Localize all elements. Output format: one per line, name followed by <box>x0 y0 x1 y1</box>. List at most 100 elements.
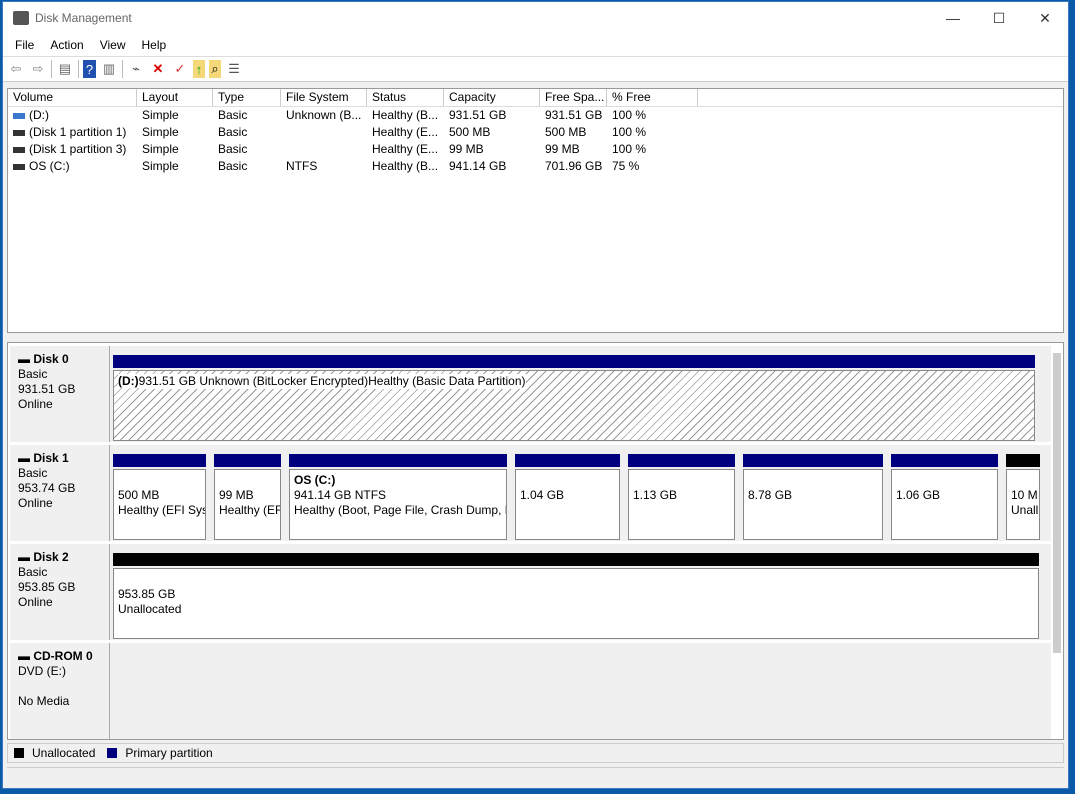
partition-size: 931.51 GB Unknown (BitLocker Encrypted) <box>138 374 369 389</box>
settings-icon[interactable]: ☰ <box>225 60 243 78</box>
cell: 100 % <box>607 141 698 158</box>
console-tree-icon[interactable]: ▤ <box>56 60 74 78</box>
partition[interactable]: 99 MB Healthy (EF <box>211 451 284 540</box>
back-icon[interactable]: ⇦ <box>7 60 25 78</box>
partition[interactable]: 1.06 GB <box>888 451 1001 540</box>
primary-swatch <box>107 748 118 758</box>
cell: Basic <box>213 141 281 158</box>
menu-view[interactable]: View <box>92 38 134 52</box>
partition[interactable]: 500 MB Healthy (EFI Syst <box>110 451 209 540</box>
disk-label[interactable]: ▬ CD-ROM 0 DVD (E:) No Media <box>10 643 110 739</box>
cell: Healthy (E... <box>367 141 444 158</box>
volume-icon <box>13 129 25 136</box>
cell: OS (C:) <box>8 158 137 175</box>
column-free-space[interactable]: Free Spa... <box>540 89 607 106</box>
disk-label[interactable]: ▬ Disk 2 Basic 953.85 GB Online <box>10 544 110 640</box>
disk-row[interactable]: ▬ Disk 1 Basic 953.74 GB Online 500 MB Healt… <box>10 445 1051 541</box>
partition-size: 99 MB <box>219 488 254 502</box>
table-row[interactable]: (D:) Simple Basic Unknown (B... Healthy (B..… <box>8 107 1063 124</box>
disk-label[interactable]: ▬ Disk 0 Basic 931.51 GB Online <box>10 346 110 442</box>
cell-text: 701.96 GB <box>545 159 603 173</box>
disk-state: No Media <box>18 694 70 708</box>
cell: Basic <box>213 107 281 124</box>
partition-title: (D:) <box>118 374 139 388</box>
cell: Healthy (B... <box>367 158 444 175</box>
partition-status: Healthy (Boot, Page File, Crash Dump, B <box>294 503 507 517</box>
properties-icon[interactable]: ✓ <box>171 60 189 78</box>
cell: 75 % <box>607 158 698 175</box>
column-status[interactable]: Status <box>367 89 444 106</box>
cell: 931.51 GB <box>444 107 540 124</box>
disk-row[interactable]: ▬ Disk 2 Basic 953.85 GB Online 953.85 GB Un… <box>10 544 1051 640</box>
vertical-scrollbar[interactable] <box>1053 353 1061 653</box>
connect-disk-icon[interactable]: ⌁ <box>127 60 145 78</box>
partition-body: 8.78 GB <box>743 469 883 540</box>
partition[interactable]: 1.13 GB <box>625 451 738 540</box>
column-type[interactable]: Type <box>213 89 281 106</box>
cell-text: Simple <box>142 159 179 173</box>
menu-help[interactable]: Help <box>134 38 175 52</box>
menu-action[interactable]: Action <box>42 38 91 52</box>
table-row[interactable]: OS (C:) Simple Basic NTFS Healthy (B... 941.1… <box>8 158 1063 175</box>
partition[interactable]: 1.04 GB <box>512 451 623 540</box>
legend: Unallocated Primary partition <box>7 743 1064 763</box>
partition[interactable]: 8.78 GB <box>740 451 886 540</box>
disk-row[interactable]: ▬ Disk 0 Basic 931.51 GB Online (D:)931.51 G… <box>10 346 1051 442</box>
explore-icon[interactable]: ⌕ <box>209 60 221 78</box>
disk-size: 931.51 GB <box>18 382 76 396</box>
column-volume[interactable]: Volume <box>8 89 137 106</box>
disk-icon: ▬ <box>18 352 34 366</box>
cell <box>281 141 367 158</box>
partition[interactable]: (D:)931.51 GB Unknown (BitLocker Encrypt… <box>110 352 1038 441</box>
toolbar-separator <box>122 60 123 78</box>
volume-icon <box>13 146 25 153</box>
disk-label[interactable]: ▬ Disk 1 Basic 953.74 GB Online <box>10 445 110 541</box>
cell-text: 100 % <box>612 108 647 122</box>
list-header: Volume Layout Type File System Status Ca… <box>8 89 1063 107</box>
disk-row[interactable]: ▬ CD-ROM 0 DVD (E:) No Media <box>10 643 1051 739</box>
cell: 500 MB <box>444 124 540 141</box>
partition-bar <box>113 553 1039 566</box>
cell: 99 MB <box>540 141 607 158</box>
maximize-button[interactable]: ☐ <box>976 10 1022 27</box>
partition-bar <box>628 454 735 467</box>
disk-type: Basic <box>18 367 48 381</box>
partition-body: 99 MB Healthy (EF <box>214 469 281 540</box>
menu-bar: File Action View Help <box>3 34 1068 56</box>
cell: Basic <box>213 124 281 141</box>
minimize-button[interactable]: — <box>930 10 976 27</box>
cell-text: 931.51 GB <box>449 108 507 122</box>
partition-bar <box>289 454 507 467</box>
status-bar <box>7 767 1064 787</box>
cell-text: Simple <box>142 108 179 122</box>
column-layout[interactable]: Layout <box>137 89 213 106</box>
toolbar-separator <box>78 60 79 78</box>
delete-icon[interactable]: ✕ <box>149 60 167 78</box>
disk-name: ▬ Disk 1 <box>18 451 69 465</box>
cell-text: Unknown (B... <box>286 108 362 122</box>
action-pane-icon[interactable]: ▥ <box>100 60 118 78</box>
column-capacity[interactable]: Capacity <box>444 89 540 106</box>
partition-status: Unallocated <box>118 602 182 616</box>
partition[interactable]: 10 M Unall <box>1003 451 1043 540</box>
column-percent-free[interactable]: % Free <box>607 89 698 106</box>
cell: Simple <box>137 158 213 175</box>
close-button[interactable]: ✕ <box>1022 10 1068 27</box>
menu-file[interactable]: File <box>7 38 42 52</box>
partition[interactable]: 953.85 GB Unallocated <box>110 550 1042 639</box>
help-icon[interactable]: ? <box>83 60 96 78</box>
column-file-system[interactable]: File System <box>281 89 367 106</box>
table-row[interactable]: (Disk 1 partition 1) Simple Basic Healthy (… <box>8 124 1063 141</box>
disk-size: 953.85 GB <box>18 580 76 594</box>
disk-icon: ▬ <box>18 649 34 663</box>
open-icon[interactable]: ↑ <box>193 60 205 78</box>
volume-icon <box>13 112 25 119</box>
partition-size: 500 MB <box>118 488 160 502</box>
table-row[interactable]: (Disk 1 partition 3) Simple Basic Healthy (… <box>8 141 1063 158</box>
cell: NTFS <box>281 158 367 175</box>
forward-icon[interactable]: ⇨ <box>29 60 47 78</box>
partition-status: Healthy (EF <box>219 503 281 517</box>
partition[interactable]: OS (C:) 941.14 GB NTFS Healthy (Boot, Page… <box>286 451 510 540</box>
partition-body: 1.04 GB <box>515 469 620 540</box>
partition-size: 941.14 GB NTFS <box>294 488 387 502</box>
